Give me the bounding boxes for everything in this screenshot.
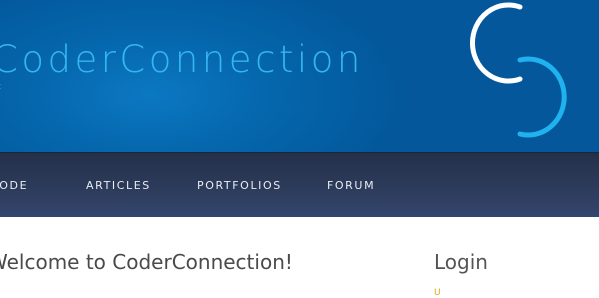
nav-item-articles[interactable]: ARTICLES (86, 179, 151, 192)
site-title[interactable]: CoderConnection (0, 38, 364, 81)
welcome-heading: Welcome to CoderConnection! (0, 250, 293, 274)
logo-c-blue (517, 56, 567, 138)
login-username-label: U (434, 288, 441, 298)
nav-item-code[interactable]: CODE (0, 179, 28, 192)
cc-logo-icon[interactable] (452, 0, 582, 140)
nav-item-portfolios[interactable]: PORTFOLIOS (197, 179, 282, 192)
main-nav: CODE ARTICLES PORTFOLIOS FORUM (0, 152, 599, 217)
logo-c-white (470, 2, 523, 84)
login-title: Login (434, 250, 488, 274)
site-header: CoderConnection t (0, 0, 599, 152)
nav-item-forum[interactable]: FORUM (327, 179, 375, 192)
site-tagline: t (0, 82, 1, 92)
